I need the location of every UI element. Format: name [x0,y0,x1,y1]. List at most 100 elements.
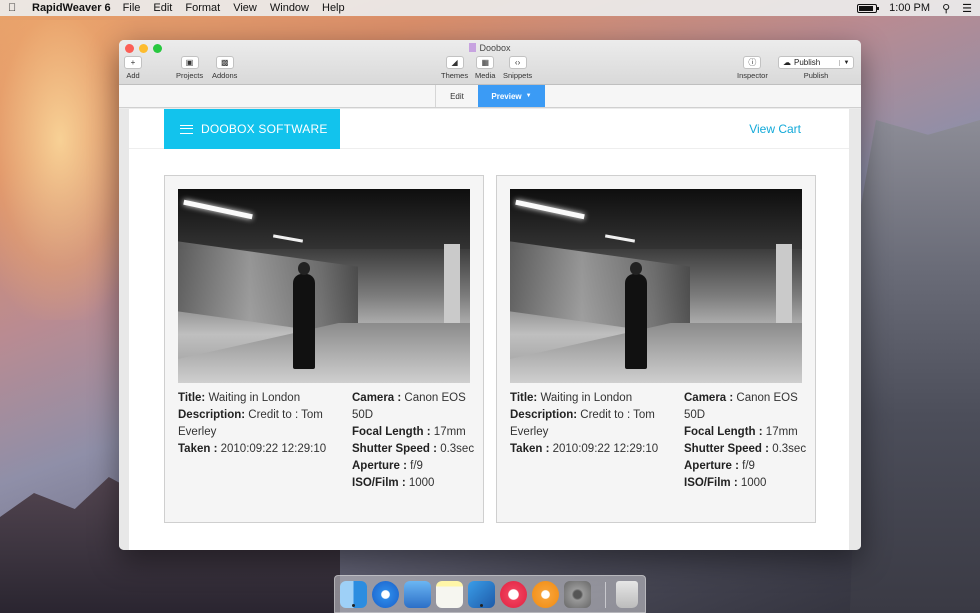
taken-label: Taken : [510,443,550,455]
site-brand[interactable]: DOOBOX SOFTWARE [164,109,340,149]
menu-format[interactable]: Format [185,2,220,14]
spotlight-icon[interactable]: ⚲ [942,2,950,15]
publish-button[interactable]: ☁ Publish ▼ [778,56,854,69]
themes-icon[interactable]: ◢ [445,56,464,69]
title-label: Title: [178,392,206,404]
menu-bar:  RapidWeaver 6 File Edit Format View Wi… [0,0,980,16]
media-tool[interactable]: ▦ Media [475,56,495,80]
site-header: DOOBOX SOFTWARE View Cart [129,109,849,149]
addons-tool[interactable]: ▩ Addons [212,56,237,80]
site-brand-text: DOOBOX SOFTWARE [201,122,328,136]
addons-label: Addons [212,71,238,80]
media-icon[interactable]: ▦ [476,56,495,69]
desktop-mountain-right [850,120,980,613]
media-label: Media [475,71,496,80]
tab-edit[interactable]: Edit [435,85,478,107]
title-value: Waiting in London [540,392,633,404]
aperture-label: Aperture : [352,460,407,472]
inspector-tool[interactable]: ⓘ Inspector [737,56,768,80]
notification-center-icon[interactable]: ☰ [962,2,972,15]
photo-meta-left: Title: Waiting in London Description: Cr… [178,390,343,458]
publish-dropdown-icon[interactable]: ▼ [839,59,853,66]
preview-area: DOOBOX SOFTWARE View Cart Title: Waiting… [119,109,861,550]
addons-icon[interactable]: ▩ [215,56,234,69]
publish-label: Publish [803,71,829,80]
aperture-value: f/9 [742,460,755,472]
shutter-value: 0.3sec [772,443,807,455]
description-label: Description: [178,409,246,421]
title-label: Title: [510,392,538,404]
menu-extras: 1:00 PM ⚲ ☰ [857,2,972,15]
focal-label: Focal Length : [684,426,763,438]
themes-tool[interactable]: ◢ Themes [441,56,468,80]
themes-label: Themes [441,71,469,80]
photo-image[interactable] [178,189,470,383]
ibooks-icon[interactable] [532,581,559,608]
menu-app-name[interactable]: RapidWeaver 6 [32,2,111,14]
window-title: Doobox [119,43,861,53]
menu-view[interactable]: View [233,2,257,14]
document-icon [469,43,477,52]
camera-label: Camera : [352,392,402,404]
shutter-label: Shutter Speed : [352,443,437,455]
system-preferences-icon[interactable] [564,581,591,608]
window-title-text: Doobox [479,43,511,53]
hamburger-menu-icon[interactable] [180,124,193,134]
title-value: Waiting in London [208,392,301,404]
view-cart-link[interactable]: View Cart [749,122,801,136]
snippets-icon[interactable]: ‹› [508,56,527,69]
itunes-icon[interactable] [500,581,527,608]
iso-value: 1000 [408,477,435,489]
finder-icon[interactable] [340,581,367,608]
focal-value: 17mm [433,426,466,438]
chevron-down-icon: ▼ [525,93,532,99]
battery-icon[interactable] [857,3,880,13]
aperture-label: Aperture : [684,460,739,472]
snippets-label: Snippets [503,71,533,80]
notes-icon[interactable] [436,581,463,608]
publish-cloud-icon: ☁ [783,58,791,67]
focal-label: Focal Length : [352,426,431,438]
rapidweaver-icon[interactable] [468,581,495,608]
photo-meta-left: Title: Waiting in London Description: Cr… [510,390,675,458]
camera-label: Camera : [684,392,734,404]
shutter-label: Shutter Speed : [684,443,769,455]
iso-label: ISO/Film : [352,477,406,489]
projects-label: Projects [176,71,204,80]
info-icon[interactable]: ⓘ [743,56,762,69]
menu-help[interactable]: Help [322,2,345,14]
add-label: Add [126,71,140,80]
web-page: DOOBOX SOFTWARE View Cart Title: Waiting… [129,109,849,550]
focal-value: 17mm [765,426,798,438]
photo-card: Title: Waiting in London Description: Cr… [496,175,816,523]
menu-window[interactable]: Window [270,2,309,14]
photo-card: Title: Waiting in London Description: Cr… [164,175,484,523]
taken-label: Taken : [178,443,218,455]
safari-icon[interactable] [372,581,399,608]
dock-separator [605,582,606,608]
rapidweaver-window: Doobox + Add ▣ Projects ▩ Addons ◢ Theme… [119,40,861,550]
photo-meta-right: Camera : Canon EOS 50D Focal Length : 17… [352,390,477,492]
projects-icon[interactable]: ▣ [180,56,199,69]
apple-menu-icon[interactable]:  [8,2,20,14]
iso-label: ISO/Film : [684,477,738,489]
aperture-value: f/9 [410,460,423,472]
inspector-label: Inspector [737,71,768,80]
snippets-tool[interactable]: ‹› Snippets [503,56,532,80]
taken-value: 2010:09:22 12:29:10 [220,443,327,455]
tab-preview-label: Preview [491,91,522,101]
add-tool[interactable]: + Add [124,56,142,80]
menu-file[interactable]: File [123,2,141,14]
menu-edit[interactable]: Edit [153,2,172,14]
trash-icon[interactable] [616,581,638,608]
taken-value: 2010:09:22 12:29:10 [552,443,659,455]
menu-clock[interactable]: 1:00 PM [889,2,930,14]
plus-icon[interactable]: + [124,56,142,69]
description-label: Description: [510,409,578,421]
photo-image[interactable] [510,189,802,383]
projects-tool[interactable]: ▣ Projects [176,56,203,80]
tab-preview[interactable]: Preview ▼ [478,85,545,107]
window-titlebar: Doobox + Add ▣ Projects ▩ Addons ◢ Theme… [119,40,861,85]
mail-icon[interactable] [404,581,431,608]
photo-meta-right: Camera : Canon EOS 50D Focal Length : 17… [684,390,809,492]
